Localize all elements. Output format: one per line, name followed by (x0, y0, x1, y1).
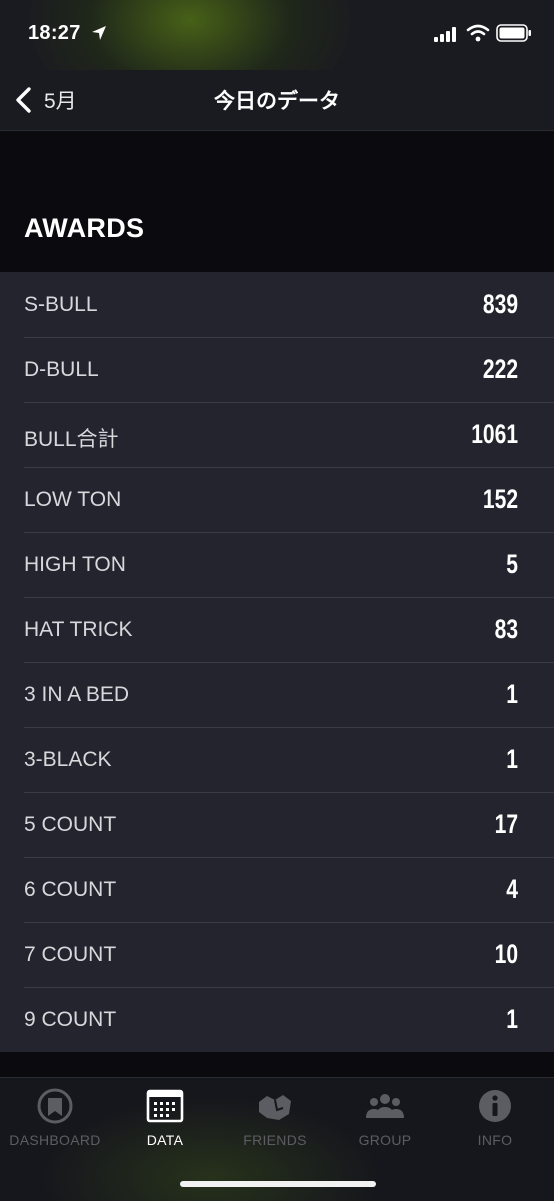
award-value: 83 (494, 614, 518, 644)
award-value: 10 (494, 939, 518, 969)
award-row: 3-BLACK 1 (0, 727, 554, 792)
status-time: 18:27 (28, 22, 81, 44)
award-row: 3 IN A BED 1 (0, 662, 554, 727)
award-label: D-BULL (24, 358, 99, 381)
award-row: HIGH TON 5 (0, 532, 554, 597)
award-row: 9 COUNT 1 (0, 987, 554, 1052)
page-title: 今日のデータ (214, 90, 340, 113)
cellular-signal-icon (434, 27, 456, 42)
award-value: 152 (482, 484, 518, 514)
award-value: 1 (506, 744, 518, 774)
friends-icon (259, 1095, 291, 1120)
award-value: 5 (506, 549, 518, 579)
location-arrow-icon (92, 26, 106, 40)
tab-label: FRIENDS (243, 1132, 307, 1148)
wifi-icon (466, 24, 490, 42)
award-label: 5 COUNT (24, 813, 117, 836)
award-label: LOW TON (24, 488, 122, 511)
info-icon (479, 1090, 511, 1122)
awards-list: S-BULL 839 D-BULL 222 BULL合計 1061 LOW TON 152 HI… (0, 272, 554, 1052)
award-value: 4 (506, 874, 518, 904)
award-label: 3-BLACK (24, 748, 112, 771)
tab-dashboard[interactable]: DASHBOARD (0, 1078, 110, 1158)
tab-info[interactable]: INFO (440, 1078, 550, 1158)
award-row: LOW TON 152 (0, 467, 554, 532)
group-icon (366, 1094, 404, 1118)
status-bar: 18:27 (0, 0, 554, 70)
navigation-bar: 5月 今日のデータ (0, 70, 554, 131)
tab-label: GROUP (358, 1132, 412, 1148)
award-row: HAT TRICK 83 (0, 597, 554, 662)
award-row: 6 COUNT 4 (0, 857, 554, 922)
award-label: HAT TRICK (24, 618, 133, 641)
award-label: 7 COUNT (24, 943, 117, 966)
award-row: D-BULL 222 (0, 337, 554, 402)
award-label: HIGH TON (24, 553, 126, 576)
award-label: BULL合計 (24, 428, 119, 451)
home-indicator[interactable] (180, 1181, 376, 1187)
award-label: 6 COUNT (24, 878, 117, 901)
tab-label: INFO (477, 1132, 513, 1148)
award-value: 1 (506, 679, 518, 709)
battery-icon (496, 24, 531, 42)
award-label: S-BULL (24, 293, 98, 316)
award-row: 7 COUNT 10 (0, 922, 554, 987)
dashboard-icon (37, 1088, 73, 1124)
tab-friends[interactable]: FRIENDS (220, 1078, 330, 1158)
award-value: 17 (494, 809, 518, 839)
award-label: 9 COUNT (24, 1008, 117, 1031)
award-row: BULL合計 1061 (0, 402, 554, 467)
award-value: 222 (482, 354, 518, 384)
award-label: 3 IN A BED (24, 683, 130, 706)
award-row: S-BULL 839 (0, 272, 554, 337)
award-value: 1 (506, 1004, 518, 1034)
tab-group[interactable]: GROUP (330, 1078, 440, 1158)
tab-label: DATA (146, 1132, 184, 1148)
award-value: 1061 (471, 419, 518, 449)
section-title-awards: AWARDS (24, 213, 145, 243)
award-row: 5 COUNT 17 (0, 792, 554, 857)
tab-label: DASHBOARD (9, 1132, 101, 1148)
tab-data[interactable]: DATA (110, 1078, 220, 1158)
award-value: 839 (482, 289, 518, 319)
data-icon (146, 1089, 184, 1123)
spacer (0, 131, 554, 201)
